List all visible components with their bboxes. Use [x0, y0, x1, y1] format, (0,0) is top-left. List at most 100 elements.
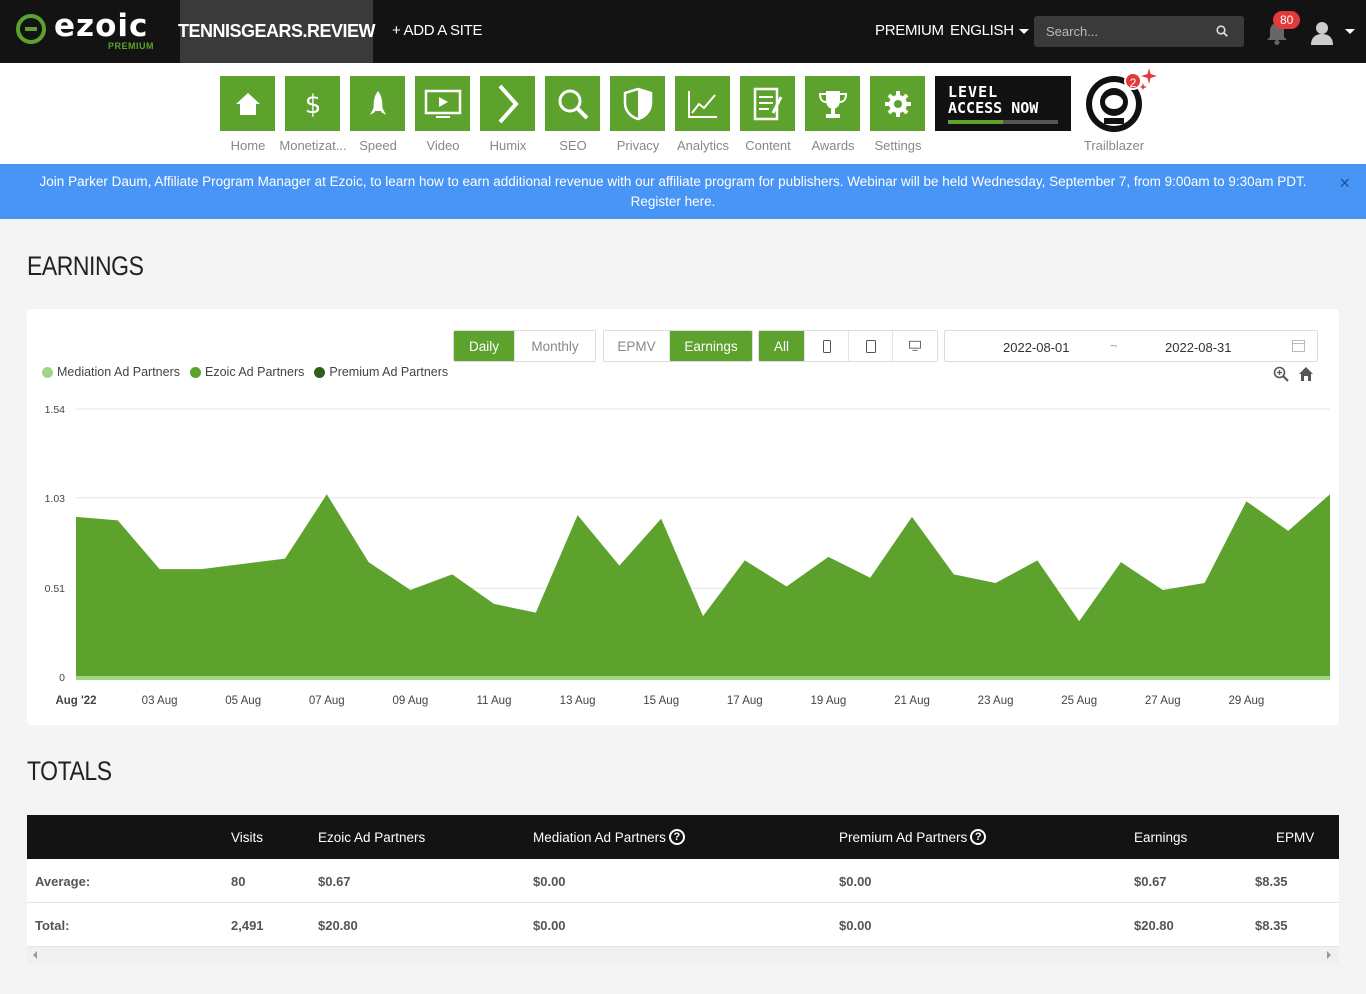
column-header-ezoic: Ezoic Ad Partners: [318, 829, 426, 845]
table-row: Average: 80 $0.67 $0.00 $0.00 $0.67 $8.3…: [27, 859, 1339, 903]
earnings-button[interactable]: Earnings: [670, 331, 752, 361]
desktop-monitor-icon: [909, 340, 921, 351]
cell-ezoic: $20.80: [318, 917, 358, 933]
column-header-visits: Visits: [231, 829, 264, 845]
monthly-button[interactable]: Monthly: [515, 331, 595, 361]
column-header-label: Mediation Ad Partners: [533, 829, 666, 845]
cell-premium: $0.00: [839, 917, 872, 933]
document-edit-icon: [753, 87, 782, 120]
nav-tile-label: Humix: [489, 138, 527, 153]
nav-tile-settings[interactable]: [870, 76, 925, 131]
y-tick-label: 1.03: [45, 493, 66, 505]
x-tick-label: 29 Aug: [1228, 695, 1264, 707]
ezoic-logo[interactable]: ezoic PREMIUM: [16, 8, 166, 54]
language-dropdown[interactable]: ENGLISH: [950, 22, 1029, 39]
nav-tile-speed[interactable]: [350, 76, 405, 131]
level-progress-bar: [948, 120, 1058, 124]
nav-tile-privacy[interactable]: [610, 76, 665, 131]
mobile-phone-icon: [822, 339, 831, 353]
daily-button[interactable]: Daily: [454, 331, 515, 361]
metric-toggle: EPMV Earnings: [603, 330, 753, 362]
add-site-link[interactable]: + ADD A SITE: [392, 22, 483, 39]
cell-visits: 80: [231, 873, 246, 889]
date-start[interactable]: 2022-08-01: [1003, 340, 1070, 355]
totals-heading: TOTALS: [27, 756, 112, 786]
legend-dot: [190, 366, 201, 378]
period-toggle: Daily Monthly: [453, 330, 596, 362]
legend-dot: [42, 366, 53, 378]
x-tick-label: Aug '22: [55, 695, 96, 707]
nav-tile-label: Content: [745, 138, 791, 153]
nav-tile-label: Monetizat...: [279, 138, 347, 153]
close-icon[interactable]: ×: [1339, 173, 1350, 193]
scroll-left-arrow-icon[interactable]: [33, 951, 37, 959]
date-separator: ~: [1110, 338, 1118, 353]
legend-item-mediation[interactable]: Mediation Ad Partners: [42, 365, 180, 379]
help-icon[interactable]: ?: [668, 829, 685, 845]
register-link[interactable]: Register here.: [631, 194, 716, 209]
nav-tile-label: Awards: [811, 138, 855, 153]
cell-earnings: $20.80: [1134, 917, 1174, 933]
desktop-device-button[interactable]: [893, 331, 937, 361]
scroll-right-arrow-icon[interactable]: [1327, 951, 1331, 959]
user-avatar-icon[interactable]: [1310, 20, 1334, 46]
nav-tile-awards[interactable]: [805, 76, 860, 131]
x-tick-label: 25 Aug: [1061, 695, 1097, 707]
nav-tile-label: Speed: [359, 138, 397, 153]
y-tick-label: 0.51: [45, 583, 66, 595]
device-all-button[interactable]: All: [759, 331, 805, 361]
mobile-device-button[interactable]: [805, 331, 849, 361]
gear-icon: [884, 90, 911, 117]
user-menu-chevron-icon[interactable]: [1345, 29, 1355, 34]
cell-mediation: $0.00: [533, 873, 566, 889]
trophy-icon: [818, 90, 847, 118]
feature-icon-nav: LEVEL ACCESS NOW 2 Trailblazer Home $ Mone…: [0, 63, 1366, 164]
zoom-icon[interactable]: [1273, 366, 1289, 382]
x-tick-label: 17 Aug: [727, 695, 763, 707]
x-tick-label: 19 Aug: [810, 695, 846, 707]
cell-epmv: $8.35: [1255, 917, 1288, 933]
cell-earnings: $0.67: [1134, 873, 1167, 889]
date-end[interactable]: 2022-08-31: [1165, 340, 1232, 355]
search-icon[interactable]: [1216, 25, 1228, 37]
date-range-picker[interactable]: 2022-08-01 ~ 2022-08-31: [944, 330, 1318, 362]
legend-dot: [314, 366, 326, 378]
legend-label: Ezoic Ad Partners: [205, 365, 305, 379]
legend-item-ezoic[interactable]: Ezoic Ad Partners: [190, 365, 304, 379]
level-subtitle: ACCESS NOW: [948, 99, 1039, 117]
series-area-ezoic: [76, 494, 1330, 677]
site-selector[interactable]: TENNISGEARS.REVIEW: [178, 0, 376, 63]
x-tick-label: 27 Aug: [1145, 695, 1181, 707]
x-tick-label: 23 Aug: [978, 695, 1014, 707]
nav-tile-label: SEO: [559, 138, 587, 153]
video-play-icon: [424, 89, 461, 118]
search-input[interactable]: [1034, 16, 1244, 47]
legend-item-premium[interactable]: Premium Ad Partners: [314, 365, 448, 379]
nav-tile-monetizat[interactable]: $: [285, 76, 340, 131]
earnings-heading: EARNINGS: [27, 251, 144, 281]
premium-link[interactable]: PREMIUM: [875, 22, 944, 39]
table-header: Visits Ezoic Ad Partners Mediation Ad Pa…: [27, 815, 1339, 859]
horizontal-scrollbar[interactable]: [27, 947, 1339, 965]
calendar-icon[interactable]: [1292, 339, 1305, 352]
notification-count-badge: 80: [1273, 11, 1301, 29]
nav-tile-home[interactable]: [220, 76, 275, 131]
epmv-button[interactable]: EPMV: [604, 331, 670, 361]
nav-tile-seo[interactable]: [545, 76, 600, 131]
announcement-banner: Join Parker Daum, Affiliate Program Mana…: [0, 164, 1366, 219]
reset-zoom-home-icon[interactable]: [1298, 366, 1314, 382]
dollar-icon: $: [304, 90, 321, 119]
level-access-banner[interactable]: LEVEL ACCESS NOW: [935, 76, 1071, 131]
x-tick-label: 03 Aug: [142, 695, 178, 707]
svg-text:$: $: [304, 90, 321, 119]
tablet-device-button[interactable]: [849, 331, 893, 361]
x-tick-label: 13 Aug: [560, 695, 596, 707]
nav-tile-analytics[interactable]: [675, 76, 730, 131]
table-row: Total: 2,491 $20.80 $0.00 $0.00 $20.80 $…: [27, 903, 1339, 947]
x-tick-label: 11 Aug: [477, 695, 512, 707]
nav-tile-humix[interactable]: [480, 76, 535, 131]
x-tick-label: 09 Aug: [392, 695, 428, 707]
help-icon[interactable]: ?: [970, 829, 987, 845]
nav-tile-content[interactable]: [740, 76, 795, 131]
nav-tile-video[interactable]: [415, 76, 470, 131]
